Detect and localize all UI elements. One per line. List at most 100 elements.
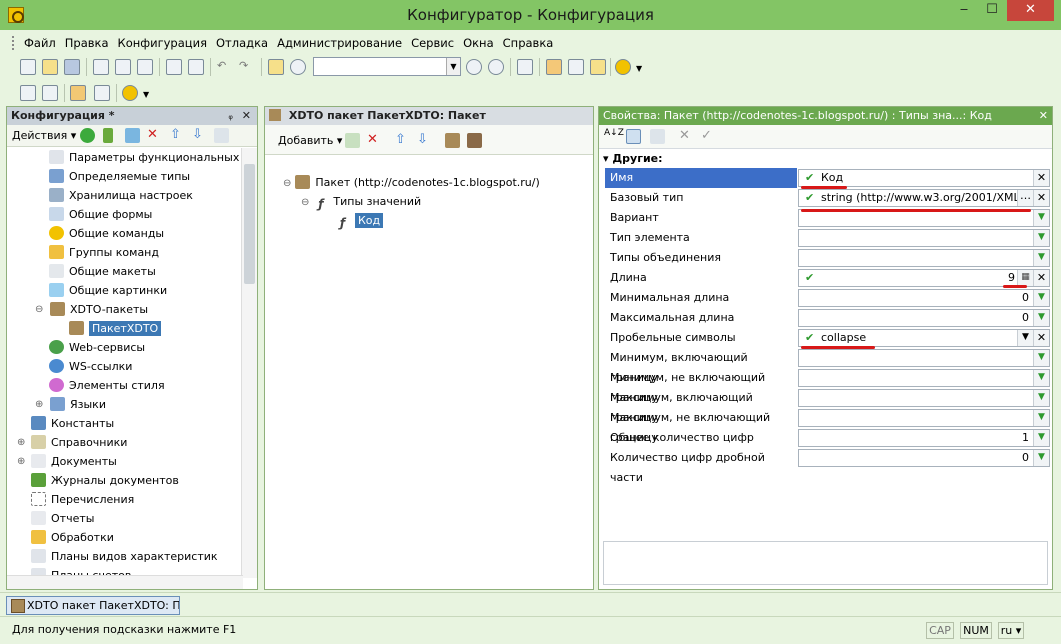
prop-row-max-exclusive[interactable]: Максимум, не включающий границу ▼: [605, 408, 1050, 444]
prop-row-max-inclusive[interactable]: Максимум, включающий границу ▼: [605, 388, 1050, 424]
language-selector[interactable]: ru ▾: [998, 622, 1024, 639]
menu-service[interactable]: Сервис: [411, 36, 460, 50]
tree-item[interactable]: Общие формы: [49, 205, 152, 224]
cancel-icon[interactable]: ✕: [679, 129, 694, 144]
prop-row-whitespace[interactable]: Пробельные символы ✔ collapse ▼ ✕: [605, 328, 1050, 348]
element-type-field[interactable]: ▼: [798, 229, 1050, 247]
min-inclusive-field[interactable]: ▼: [798, 349, 1050, 367]
clear-icon[interactable]: ✕: [1033, 270, 1049, 286]
whitespace-field[interactable]: ✔ collapse ▼ ✕: [798, 329, 1050, 347]
find-in-file-icon[interactable]: [268, 59, 284, 75]
minimize-button[interactable]: ‒: [950, 0, 978, 21]
tree-item[interactable]: WS-ссылки: [49, 357, 132, 376]
prop-row-element-type[interactable]: Тип элемента ▼: [605, 228, 1050, 248]
fraction-digits-field[interactable]: 0 ▼: [798, 449, 1050, 467]
grip-icon[interactable]: [12, 36, 15, 50]
tree-item[interactable]: Обработки: [31, 528, 114, 547]
chevron-down-icon[interactable]: ▼: [1033, 390, 1049, 406]
search-icon[interactable]: [290, 59, 306, 75]
new-file-icon[interactable]: [20, 59, 36, 75]
run-debug-icon[interactable]: [122, 85, 138, 101]
clear-icon[interactable]: ✕: [1033, 330, 1049, 346]
prop-row-base-type[interactable]: Базовый тип ✔ string (http://www.w3.org/…: [605, 188, 1050, 208]
tree-item[interactable]: Хранилища настроек: [49, 186, 193, 205]
move-down-icon[interactable]: ⇩: [192, 128, 207, 143]
edit-icon[interactable]: [103, 128, 113, 143]
prop-row-total-digits[interactable]: Общее количество цифр 1 ▼: [605, 428, 1050, 448]
base-type-field[interactable]: ✔ string (http://www.w3.org/2001/XMLSche…: [798, 189, 1050, 207]
group-other[interactable]: ▾ Другие:: [599, 151, 663, 167]
open-file-icon[interactable]: [42, 59, 58, 75]
tree-item[interactable]: ⊕ Документы: [17, 452, 117, 471]
save-icon[interactable]: [64, 59, 80, 75]
copy-icon[interactable]: [115, 59, 131, 75]
help-book-icon[interactable]: [590, 59, 606, 75]
menu-file[interactable]: Файл: [24, 36, 62, 50]
tree-item[interactable]: Web-сервисы: [49, 338, 145, 357]
prop-row-length[interactable]: Длина ✔ 9 ▦ ✕: [605, 268, 1050, 288]
copy-item-icon[interactable]: [125, 128, 140, 143]
tree-item-selected[interactable]: ПакетXDTO: [69, 319, 162, 338]
maximize-button[interactable]: ☐: [978, 0, 1006, 21]
tree-horizontal-scrollbar[interactable]: [7, 575, 243, 589]
chevron-down-icon[interactable]: ▼: [1033, 230, 1049, 246]
menu-help[interactable]: Справка: [503, 36, 560, 50]
sort-icon[interactable]: [214, 128, 229, 143]
chevron-down-icon[interactable]: ▼: [1017, 330, 1033, 346]
prop-row-min-exclusive[interactable]: Минимум, не включающий границу ▼: [605, 368, 1050, 404]
tree-item[interactable]: Элементы стиля: [49, 376, 165, 395]
total-digits-field[interactable]: 1 ▼: [798, 429, 1050, 447]
delete-icon[interactable]: ✕: [367, 133, 382, 148]
module-icon[interactable]: [42, 85, 58, 101]
tree-item[interactable]: Общие картинки: [49, 281, 167, 300]
move-down-icon[interactable]: ⇩: [417, 133, 432, 148]
add-child-icon[interactable]: [345, 133, 360, 148]
pin-icon[interactable]: ᵩ: [228, 107, 233, 124]
chevron-down-icon[interactable]: ▼: [1033, 430, 1049, 446]
menu-administration[interactable]: Администрирование: [277, 36, 408, 50]
name-field[interactable]: ✔ Код ✕: [798, 169, 1050, 187]
prop-row-union-types[interactable]: Типы объединения ▼: [605, 248, 1050, 268]
print-preview-icon[interactable]: [188, 59, 204, 75]
close-icon[interactable]: ✕: [1039, 107, 1048, 124]
actions-menu[interactable]: Действия ▾: [12, 129, 76, 142]
calculator-icon[interactable]: ▦: [1017, 270, 1033, 286]
menu-edit[interactable]: Правка: [65, 36, 115, 50]
chevron-down-icon[interactable]: ▼: [1033, 210, 1049, 226]
prop-row-max-length[interactable]: Максимальная длина 0 ▼: [605, 308, 1050, 328]
export-icon[interactable]: [467, 133, 482, 148]
max-exclusive-field[interactable]: ▼: [798, 409, 1050, 427]
tree-item[interactable]: Общие команды: [49, 224, 164, 243]
menu-debug[interactable]: Отладка: [216, 36, 274, 50]
clear-icon[interactable]: ✕: [1033, 170, 1049, 186]
tree-item[interactable]: Перечисления: [31, 490, 134, 509]
find-next-icon[interactable]: [466, 59, 482, 75]
tree-item[interactable]: ⊕ Справочники: [17, 433, 127, 452]
syntax-helper-icon[interactable]: [568, 59, 584, 75]
tree-item-value-types[interactable]: ⊖ ƒ Типы значений: [301, 192, 421, 211]
chevron-down-icon[interactable]: ▼: [1033, 290, 1049, 306]
print-icon[interactable]: [166, 59, 182, 75]
tree-item[interactable]: Журналы документов: [31, 471, 179, 490]
max-length-field[interactable]: 0 ▼: [798, 309, 1050, 327]
tree-item[interactable]: ⊕ Языки: [35, 395, 106, 414]
tree-item[interactable]: Определяемые типы: [49, 167, 190, 186]
max-inclusive-field[interactable]: ▼: [798, 389, 1050, 407]
tree-item[interactable]: ⊖ XDTO-пакеты: [35, 300, 148, 319]
paste-icon[interactable]: [137, 59, 153, 75]
chevron-down-icon[interactable]: ▼: [446, 58, 460, 75]
tree-item-code[interactable]: ƒ Код: [335, 211, 384, 230]
open-window-button[interactable]: XDTO пакет ПакетXDTO: Пакет: [6, 596, 180, 615]
windows-icon[interactable]: [517, 59, 533, 75]
move-up-icon[interactable]: ⇧: [170, 128, 185, 143]
tree-item[interactable]: Параметры функциональных опций: [49, 148, 243, 167]
prop-row-min-inclusive[interactable]: Минимум, включающий границу ▼: [605, 348, 1050, 384]
find-prev-icon[interactable]: [488, 59, 504, 75]
chevron-down-icon[interactable]: ▼: [1033, 310, 1049, 326]
tree-item[interactable]: Группы команд: [49, 243, 159, 262]
delete-icon[interactable]: ✕: [147, 128, 162, 143]
union-types-field[interactable]: ▼: [798, 249, 1050, 267]
close-button[interactable]: ✕: [1007, 0, 1054, 21]
import-icon[interactable]: [445, 133, 460, 148]
chevron-down-icon[interactable]: ▼: [1033, 410, 1049, 426]
